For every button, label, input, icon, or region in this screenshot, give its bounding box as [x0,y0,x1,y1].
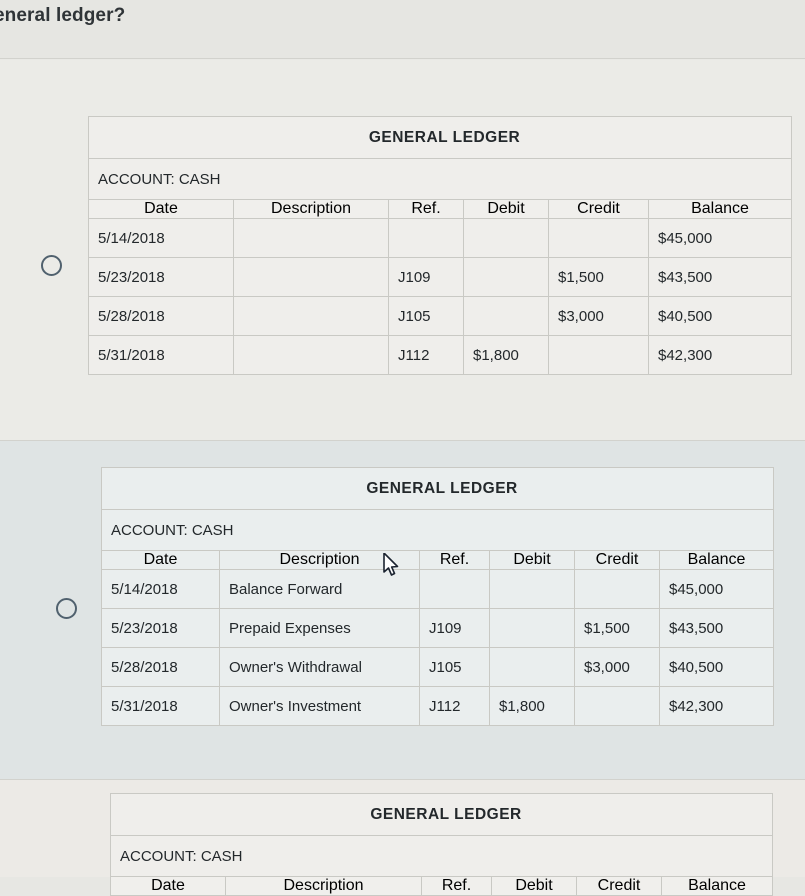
cell-date: 5/31/2018 [88,335,234,375]
question-text: eneral ledger? [0,5,126,26]
cell-credit: $1,500 [574,608,660,648]
cell-ref: J109 [419,608,490,648]
column-header-ref: Ref. [419,550,490,570]
table-row: 5/28/2018 J105 $3,000 $40,500 [88,296,793,336]
radio-option-2[interactable] [56,598,77,619]
radio-option-1[interactable] [41,255,62,276]
table-row: 5/31/2018 Owner's Investment J112 $1,800… [101,686,775,726]
column-header-debit: Debit [491,876,577,896]
column-header-credit: Credit [574,550,660,570]
column-header-ref: Ref. [421,876,492,896]
ledger-header-row: Date Description Ref. Debit Credit Balan… [101,550,775,570]
cell-description: Prepaid Expenses [219,608,420,648]
cell-credit [574,686,660,726]
ledger-account-row: ACCOUNT: CASH [100,509,775,551]
cell-debit [489,647,575,687]
cell-description [233,335,389,375]
table-row: 5/14/2018 Balance Forward $45,000 [101,569,775,609]
cell-balance: $40,500 [647,296,793,336]
cell-debit [489,608,575,648]
cell-credit [548,335,649,375]
column-header-description: Description [219,550,420,570]
column-header-description: Description [225,876,422,896]
general-ledger-table-3: GENERAL LEDGER ACCOUNT: CASH Date Descri… [109,793,774,896]
cell-ref: J112 [419,686,490,726]
ledger-title-row: GENERAL LEDGER [100,467,775,510]
column-header-date: Date [101,550,220,570]
cell-debit [463,296,549,336]
cell-credit: $3,000 [574,647,660,687]
ledger-account: ACCOUNT: CASH [87,158,793,200]
cell-description: Balance Forward [219,569,420,609]
cell-credit [574,569,660,609]
table-row: 5/28/2018 Owner's Withdrawal J105 $3,000… [101,647,775,687]
cell-ref: J109 [388,257,464,297]
column-header-balance: Balance [660,876,774,896]
cell-balance: $43,500 [658,608,775,648]
cell-date: 5/14/2018 [88,218,234,258]
column-header-balance: Balance [647,199,793,219]
quiz-page: eneral ledger? GENERAL LEDGER ACCOUNT: C… [0,0,805,896]
ledger-account: ACCOUNT: CASH [100,509,775,551]
cell-debit [489,569,575,609]
cell-date: 5/23/2018 [101,608,220,648]
question-band: eneral ledger? [0,0,805,59]
cell-ref: J112 [388,335,464,375]
cell-balance: $43,500 [647,257,793,297]
column-header-debit: Debit [463,199,549,219]
column-header-date: Date [110,876,226,896]
table-row: 5/23/2018 J109 $1,500 $43,500 [88,257,793,297]
table-row: 5/23/2018 Prepaid Expenses J109 $1,500 $… [101,608,775,648]
column-header-balance: Balance [658,550,775,570]
ledger-title-row: GENERAL LEDGER [87,116,793,159]
cell-balance: $42,300 [647,335,793,375]
cell-description [233,257,389,297]
cell-debit: $1,800 [463,335,549,375]
table-row: 5/31/2018 J112 $1,800 $42,300 [88,335,793,375]
cell-ref: J105 [419,647,490,687]
cell-date: 5/14/2018 [101,569,220,609]
cell-debit: $1,800 [489,686,575,726]
cell-ref: J105 [388,296,464,336]
ledger-account: ACCOUNT: CASH [109,835,774,877]
cell-description: Owner's Withdrawal [219,647,420,687]
general-ledger-table-2: GENERAL LEDGER ACCOUNT: CASH Date Descri… [100,467,775,726]
column-header-description: Description [233,199,389,219]
column-header-ref: Ref. [388,199,464,219]
cell-credit: $3,000 [548,296,649,336]
column-header-credit: Credit [548,199,649,219]
column-header-credit: Credit [576,876,662,896]
ledger-title: GENERAL LEDGER [100,467,775,510]
question-divider [0,58,805,59]
cell-credit: $1,500 [548,257,649,297]
column-header-date: Date [88,199,234,219]
cell-date: 5/28/2018 [101,647,220,687]
cell-debit [463,218,549,258]
ledger-account-row: ACCOUNT: CASH [87,158,793,200]
cell-balance: $42,300 [658,686,775,726]
cell-date: 5/23/2018 [88,257,234,297]
cell-description: Owner's Investment [219,686,420,726]
cell-ref [419,569,490,609]
ledger-title: GENERAL LEDGER [109,793,774,836]
cell-balance: $45,000 [658,569,775,609]
cell-description [233,218,389,258]
cell-date: 5/31/2018 [101,686,220,726]
ledger-title-row: GENERAL LEDGER [109,793,774,836]
cell-credit [548,218,649,258]
table-row: 5/14/2018 $45,000 [88,218,793,258]
cell-description [233,296,389,336]
cell-ref [388,218,464,258]
column-header-debit: Debit [489,550,575,570]
ledger-header-row: Date Description Ref. Debit Credit Balan… [110,876,774,896]
cell-balance: $45,000 [647,218,793,258]
general-ledger-table-1: GENERAL LEDGER ACCOUNT: CASH Date Descri… [87,116,793,375]
cell-date: 5/28/2018 [88,296,234,336]
ledger-account-row: ACCOUNT: CASH [109,835,774,877]
ledger-title: GENERAL LEDGER [87,116,793,159]
ledger-header-row: Date Description Ref. Debit Credit Balan… [88,199,793,219]
cell-balance: $40,500 [658,647,775,687]
cell-debit [463,257,549,297]
